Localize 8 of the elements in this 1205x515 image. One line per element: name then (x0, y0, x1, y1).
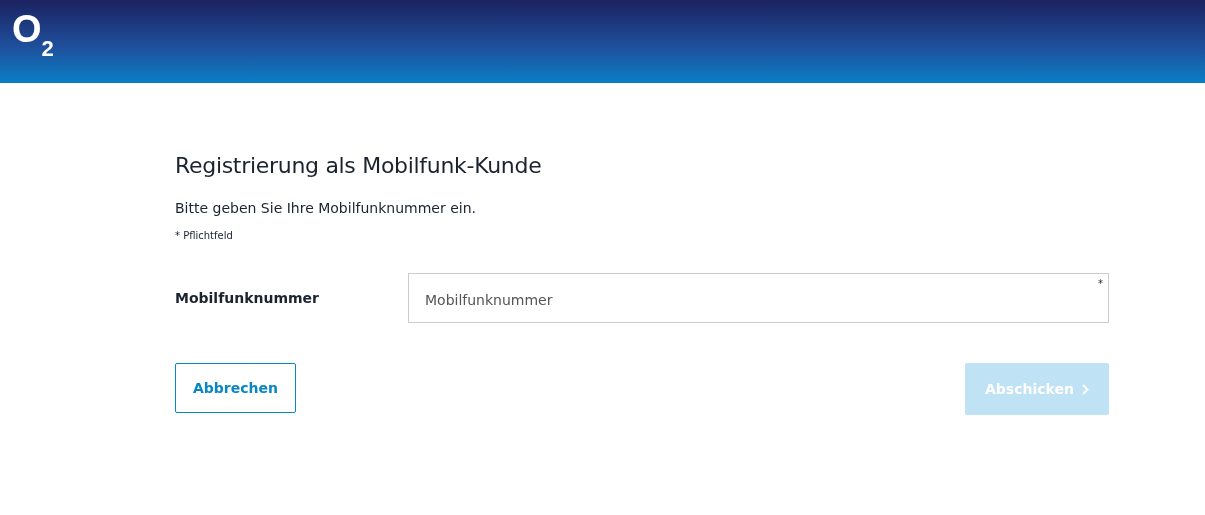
intro-text: Bitte geben Sie Ihre Mobilfunknummer ein. (175, 200, 477, 216)
page-title: Registrierung als Mobilfunk-Kunde (175, 153, 543, 178)
logo[interactable]: O$_{2}$ (12, 9, 54, 60)
cancel-button[interactable]: Abbrechen (175, 363, 296, 413)
required-note: * Pflichtfeld (175, 230, 234, 241)
chevron-icon (1081, 383, 1089, 395)
required-mark: * (1098, 278, 1103, 289)
field-label: Mobilfunknummer (175, 290, 320, 306)
